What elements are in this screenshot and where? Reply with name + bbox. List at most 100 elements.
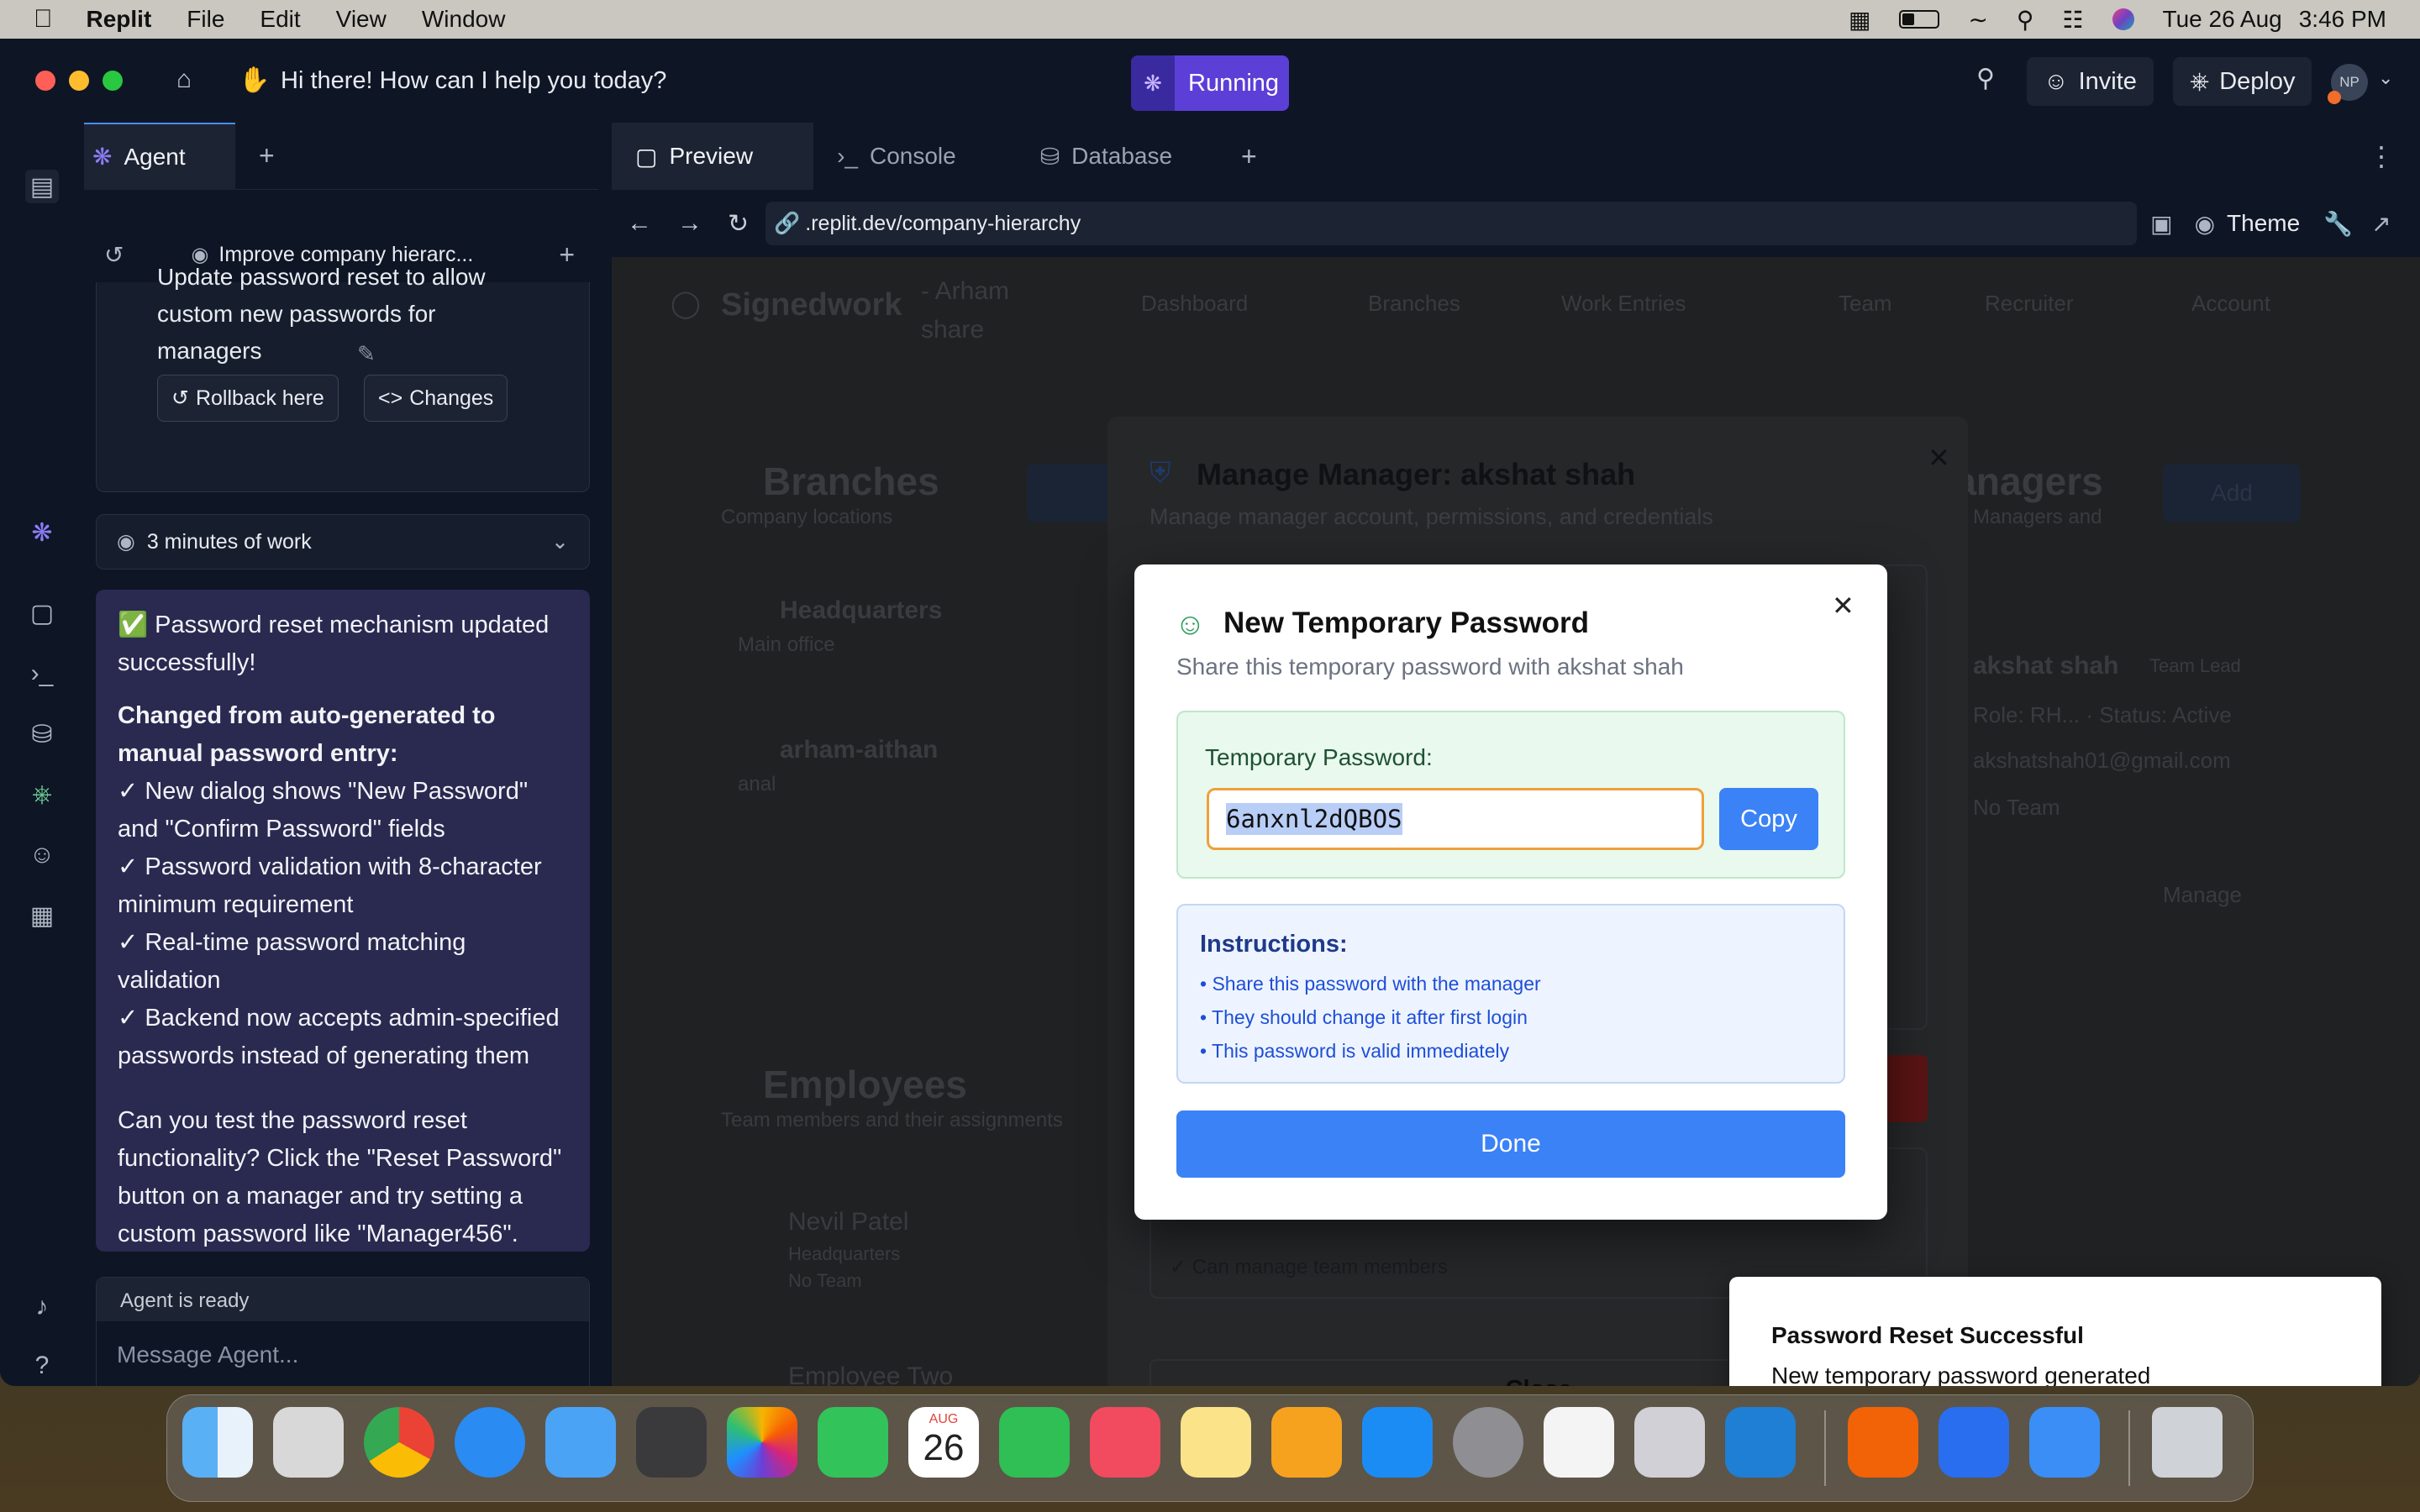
numbers-icon[interactable]	[999, 1407, 1070, 1478]
iphone-mirroring-icon[interactable]	[1634, 1407, 1705, 1478]
sidebar-toggle-icon[interactable]: ▤	[25, 170, 59, 203]
titlebar-greeting[interactable]: Hi there! How can I help you today?	[281, 67, 666, 95]
facetime-icon[interactable]	[818, 1407, 888, 1478]
deploy-button[interactable]: ⎈ Deploy	[2173, 57, 2312, 106]
help-icon[interactable]: ?	[25, 1349, 59, 1383]
bg-branches-title: Branches	[763, 459, 939, 503]
preview-icon[interactable]: ▢	[25, 596, 59, 630]
close-icon[interactable]: ✕	[1928, 442, 1950, 474]
replit-icon[interactable]	[1848, 1407, 1918, 1478]
siri-icon[interactable]	[2112, 8, 2134, 30]
minimize-window-button[interactable]	[69, 71, 89, 91]
menu-view[interactable]: View	[336, 6, 387, 33]
reload-icon[interactable]: ↻	[728, 209, 749, 239]
bg-nav-recruiter: Recruiter	[1985, 291, 2074, 316]
chevron-down-icon[interactable]: ⌄	[2378, 67, 2393, 89]
devices-icon[interactable]: ▣	[2150, 210, 2172, 238]
back-icon[interactable]: ←	[627, 209, 652, 238]
menu-file[interactable]: File	[187, 6, 224, 33]
apple-icon[interactable]: 	[34, 5, 53, 34]
notifications-icon[interactable]: ♪	[25, 1290, 59, 1324]
message-input[interactable]: Message Agent...	[97, 1321, 589, 1380]
theme-icon[interactable]: ◉	[2195, 210, 2215, 238]
vscode-icon[interactable]	[1725, 1407, 1796, 1478]
menubar-date[interactable]: Tue 26 Aug	[2163, 6, 2282, 33]
bg-manager-meta: Role: RH... · Status: Active	[1973, 702, 2232, 727]
menubar-time[interactable]: 3:46 PM	[2299, 6, 2386, 33]
edit-icon[interactable]: ✎	[357, 341, 376, 367]
bg-nav-dashboard: Dashboard	[1141, 291, 1249, 316]
console-icon[interactable]: ›_	[25, 657, 59, 690]
new-thread-icon[interactable]: +	[559, 239, 575, 270]
chrome-icon[interactable]	[364, 1407, 434, 1478]
wifi-icon[interactable]: ∼	[1968, 6, 1987, 34]
system-settings-icon[interactable]	[1453, 1407, 1523, 1478]
more-options-icon[interactable]: ⋮	[2368, 140, 2395, 172]
copy-label: Copy	[1740, 805, 1797, 832]
close-icon[interactable]: ✕	[1832, 590, 1854, 622]
grid-icon[interactable]: ▦	[1849, 6, 1870, 34]
calendar-icon[interactable]: AUG 26	[908, 1407, 979, 1478]
copy-button[interactable]: Copy	[1719, 788, 1818, 850]
notes-icon[interactable]	[1181, 1407, 1251, 1478]
bg-brand: Signedwork	[721, 287, 902, 323]
trash-icon[interactable]	[2152, 1407, 2223, 1478]
new-tab-icon[interactable]: +	[259, 140, 275, 171]
forward-icon[interactable]: →	[677, 209, 702, 238]
temporary-password-dialog: ☺ New Temporary Password Share this temp…	[1134, 564, 1887, 1220]
safari-icon[interactable]	[455, 1407, 525, 1478]
wrench-icon[interactable]: 🔧	[2323, 210, 2353, 238]
music-icon[interactable]	[1090, 1407, 1160, 1478]
calculator-icon[interactable]	[636, 1407, 707, 1478]
users-icon[interactable]: ☺	[25, 838, 59, 872]
preview-tabbar: ▢ Preview ›_ Console ⛁ Database + ⋮	[612, 123, 2420, 190]
menu-window[interactable]: Window	[422, 6, 506, 33]
open-external-icon[interactable]: ↗	[2371, 210, 2391, 238]
wave-icon: ✋	[239, 66, 271, 94]
tab-console[interactable]: ›_ Console	[813, 123, 1017, 190]
control-center-icon[interactable]: ☷	[2062, 6, 2083, 34]
keynote-icon[interactable]	[2029, 1407, 2100, 1478]
menu-edit[interactable]: Edit	[260, 6, 300, 33]
photos-icon[interactable]	[727, 1407, 797, 1478]
home-icon[interactable]: ⌂	[176, 66, 192, 94]
tab-database[interactable]: ⛁ Database	[1017, 123, 1233, 190]
bg-manager-name: akshat shah	[1973, 652, 2119, 680]
chevron-down-icon[interactable]: ⌄	[551, 529, 569, 554]
new-tab-icon[interactable]: +	[1241, 141, 1257, 172]
agent-icon[interactable]: ❋	[25, 516, 59, 549]
password-field[interactable]: 6anxnl2dQBOS	[1207, 788, 1704, 850]
pages-icon[interactable]	[1271, 1407, 1342, 1478]
finder-icon[interactable]	[182, 1407, 253, 1478]
battery-icon[interactable]	[1899, 10, 1940, 29]
success-toast[interactable]: Password Reset Successful New temporary …	[1729, 1277, 2381, 1386]
run-status-button[interactable]: ❋ Running	[1131, 55, 1289, 111]
history-icon[interactable]: ↺	[104, 241, 124, 269]
invite-button[interactable]: ☺ Invite	[2027, 57, 2154, 106]
zoom-window-button[interactable]	[103, 71, 123, 91]
work-summary[interactable]: ◉ 3 minutes of work ⌄	[96, 514, 590, 570]
remote-desktop-icon[interactable]	[1939, 1407, 2009, 1478]
tab-agent[interactable]: ❋ Agent	[84, 122, 235, 190]
search-icon[interactable]: ⚲	[1976, 64, 1995, 93]
mail-icon[interactable]	[545, 1407, 616, 1478]
bg-branch2: arham-aithan	[780, 736, 939, 764]
app-store-icon[interactable]	[1362, 1407, 1433, 1478]
apps-grid-icon[interactable]: ▦	[25, 899, 59, 932]
password-box: Temporary Password: 6anxnl2dQBOS Copy	[1176, 711, 1845, 879]
changes-button[interactable]: <> Changes	[364, 375, 508, 422]
close-window-button[interactable]	[35, 71, 55, 91]
menu-app-name[interactable]: Replit	[87, 6, 152, 33]
avatar-notification-dot	[2328, 91, 2341, 104]
done-button[interactable]: Done	[1176, 1110, 1845, 1178]
rollback-button[interactable]: ↺ Rollback here	[157, 375, 339, 422]
tab-preview[interactable]: ▢ Preview	[612, 123, 814, 190]
theme-label[interactable]: Theme	[2227, 210, 2300, 237]
launchpad-icon[interactable]	[273, 1407, 344, 1478]
deploy-rail-icon[interactable]: ⎈	[25, 778, 59, 811]
database-icon[interactable]: ⛁	[25, 717, 59, 751]
url-field[interactable]: 🔗 .replit.dev/company-hierarchy	[765, 202, 2138, 245]
windows-app-icon[interactable]	[1544, 1407, 1614, 1478]
spotlight-icon[interactable]: ⚲	[2017, 6, 2034, 34]
message-bullet: ✓ New dialog shows "New Password" and "C…	[118, 778, 529, 843]
